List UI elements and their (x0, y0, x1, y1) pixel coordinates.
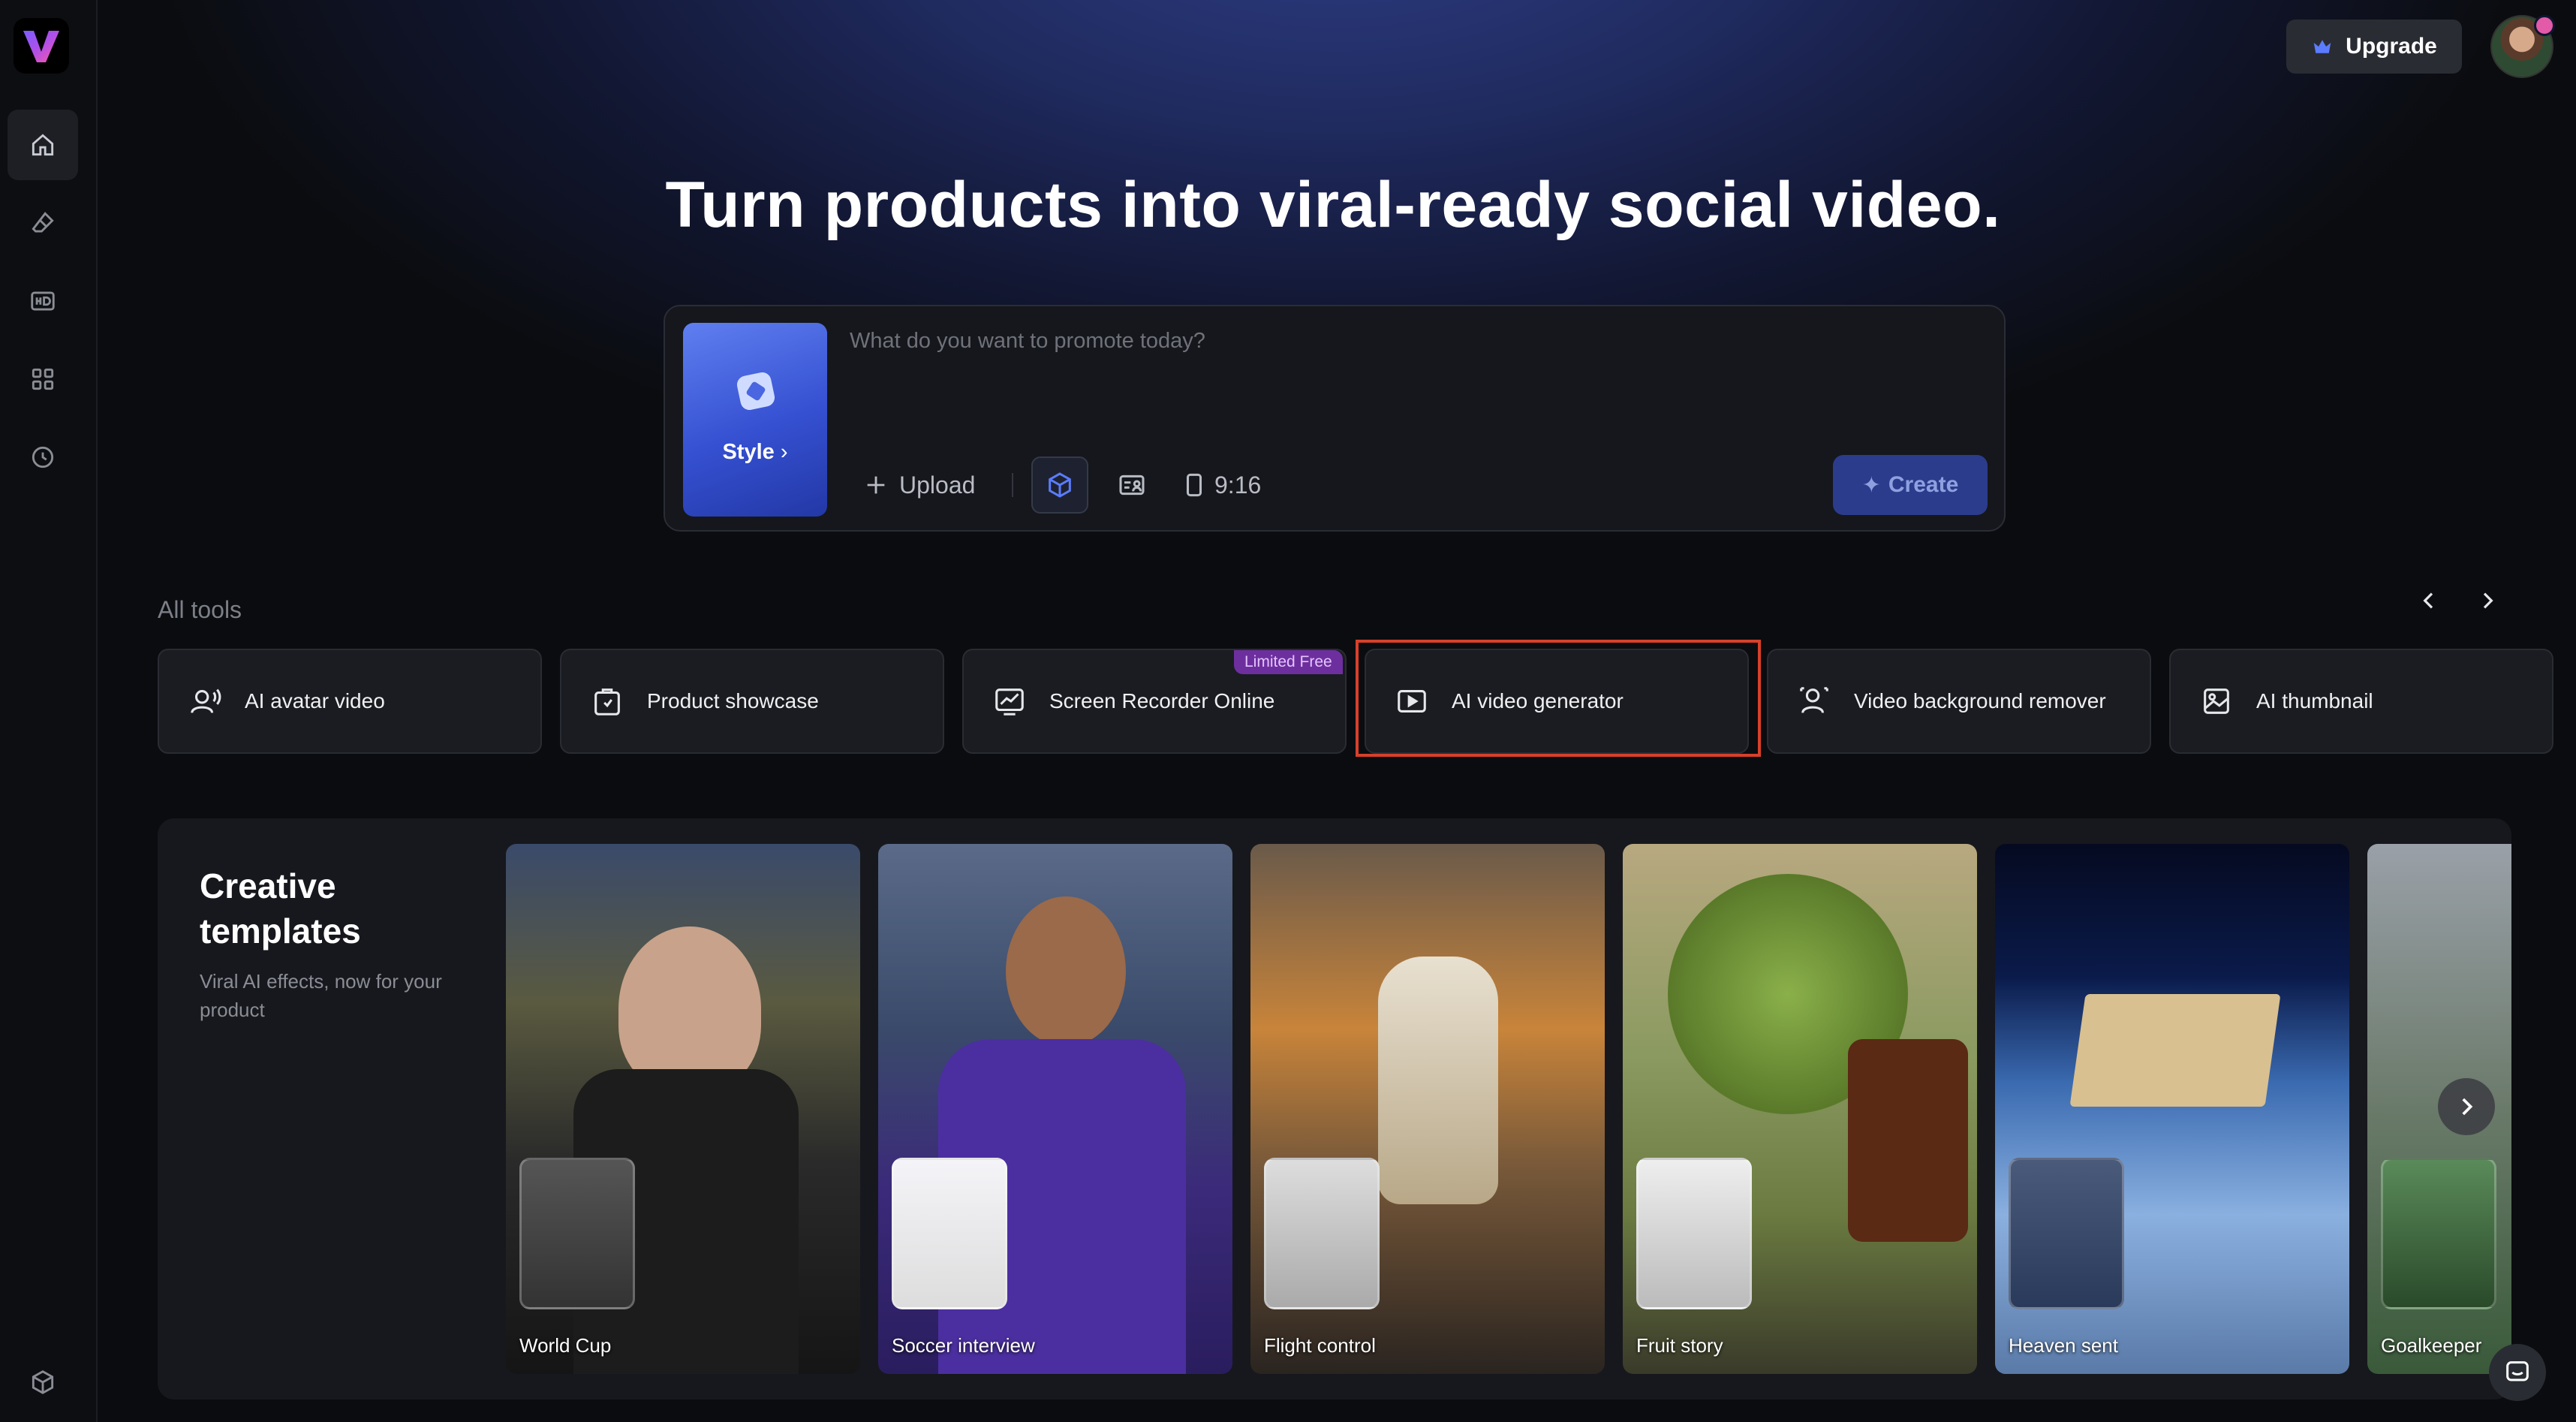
avatar-mode-button[interactable] (1112, 465, 1151, 505)
template-card-fruit-story[interactable]: Fruit story (1623, 844, 1977, 1374)
template-label: Heaven sent (2009, 1334, 2118, 1357)
chevron-left-icon (2423, 592, 2433, 609)
tool-ai-avatar-video[interactable]: AI avatar video (158, 649, 542, 754)
template-preview-image (1006, 896, 1126, 1047)
home-icon (32, 134, 54, 156)
tools-prev-button[interactable] (2406, 578, 2451, 623)
sparkle-icon: ✦ (1861, 472, 1881, 498)
template-card-soccer-interview[interactable]: Soccer interview (878, 844, 1232, 1374)
sidebar-item-hd[interactable] (8, 266, 78, 336)
tool-label: AI thumbnail (2256, 689, 2373, 713)
sidebar-item-history[interactable] (8, 422, 78, 493)
tool-product-showcase[interactable]: Product showcase (560, 649, 944, 754)
chevron-right-icon: › (780, 440, 788, 464)
section-label-all-tools: All tools (158, 596, 242, 623)
template-product-thumb (2381, 1158, 2496, 1309)
tool-label: Product showcase (647, 689, 819, 713)
template-label: Goalkeeper (2381, 1334, 2482, 1357)
upgrade-button[interactable]: Upgrade (2286, 20, 2462, 74)
id-card-icon (1119, 475, 1145, 496)
templates-subtitle: Viral AI effects, now for your product (200, 970, 442, 1021)
template-product-thumb (2009, 1158, 2124, 1309)
template-label: Soccer interview (892, 1334, 1035, 1357)
image-thumbnail-icon (2204, 688, 2229, 714)
create-label: Create (1888, 472, 1959, 497)
template-card-world-cup[interactable]: World Cup (506, 844, 860, 1374)
prompt-input[interactable] (850, 326, 1976, 356)
play-video-icon (1398, 690, 1426, 713)
template-preview-image (1378, 957, 1498, 1204)
upload-label: Upload (899, 471, 976, 499)
template-preview-image (618, 926, 761, 1092)
templates-next-button[interactable] (2438, 1078, 2495, 1135)
chat-icon (2506, 1361, 2529, 1381)
template-product-thumb (1264, 1158, 1380, 1309)
tool-ai-thumbnail[interactable]: AI thumbnail (2169, 649, 2553, 754)
cube-icon (1049, 472, 1071, 498)
template-card-heaven-sent[interactable]: Heaven sent (1995, 844, 2349, 1374)
tools-next-button[interactable] (2465, 578, 2510, 623)
crown-icon (2313, 40, 2331, 53)
template-label: World Cup (519, 1334, 612, 1357)
avatar-voice-icon (191, 688, 221, 713)
style-label: Style (722, 440, 775, 464)
templates-title: Creative templates (200, 866, 361, 951)
template-card-flight-control[interactable]: Flight control (1250, 844, 1605, 1374)
trend-chart-icon (995, 688, 1024, 716)
product-bag-icon (594, 688, 620, 716)
tool-label: Video background remover (1854, 689, 2106, 713)
page-title: Turn products into viral-ready social vi… (665, 169, 2001, 241)
upgrade-label: Upgrade (2346, 34, 2437, 59)
style-button[interactable]: Style › (683, 323, 827, 517)
template-label: Flight control (1264, 1334, 1376, 1357)
tool-label: AI video generator (1452, 689, 1624, 713)
product-mode-button[interactable] (1031, 456, 1088, 514)
sidebar-item-apps[interactable] (8, 344, 78, 414)
chevron-right-icon (2483, 592, 2493, 609)
phone-portrait-icon (1186, 473, 1202, 497)
upload-button[interactable]: Upload (863, 467, 975, 503)
template-product-thumb (892, 1158, 1007, 1309)
template-product-thumb (1636, 1158, 1752, 1309)
create-button[interactable]: ✦ Create (1833, 455, 1988, 515)
creative-templates-panel: Creative templates Viral AI effects, now… (158, 818, 2511, 1399)
avatar-badge-icon (2534, 15, 2555, 36)
tool-video-background-remover[interactable]: Video background remover (1767, 649, 2151, 754)
chat-support-button[interactable] (2489, 1344, 2546, 1401)
template-preview-image (2069, 994, 2281, 1107)
app-logo[interactable] (14, 18, 69, 74)
hd-icon (31, 291, 55, 311)
history-clock-icon (32, 446, 54, 468)
v-logo-icon (23, 31, 59, 62)
style-gem-icon (735, 370, 777, 412)
tool-ai-video-generator[interactable]: AI video generator (1365, 649, 1749, 754)
aspect-ratio-label: 9:16 (1214, 471, 1262, 499)
template-product-thumb (519, 1158, 635, 1309)
sidebar-item-box[interactable] (8, 1347, 78, 1417)
plus-icon (867, 476, 885, 494)
prompt-box: Style › Upload 9:16 ✦ Create (664, 305, 2006, 532)
template-label: Fruit story (1636, 1334, 1723, 1357)
person-remove-bg-icon (1800, 687, 1828, 713)
aspect-ratio-button[interactable]: 9:16 (1184, 467, 1261, 503)
box-icon (32, 1370, 54, 1394)
chevron-right-icon (2462, 1098, 2473, 1116)
limited-free-badge: Limited Free (1234, 650, 1343, 674)
template-preview-bottle (1848, 1039, 1968, 1242)
tool-label: Screen Recorder Online (1049, 689, 1275, 713)
divider (1012, 473, 1013, 497)
tool-label: AI avatar video (245, 689, 385, 713)
apps-grid-icon (32, 368, 54, 390)
